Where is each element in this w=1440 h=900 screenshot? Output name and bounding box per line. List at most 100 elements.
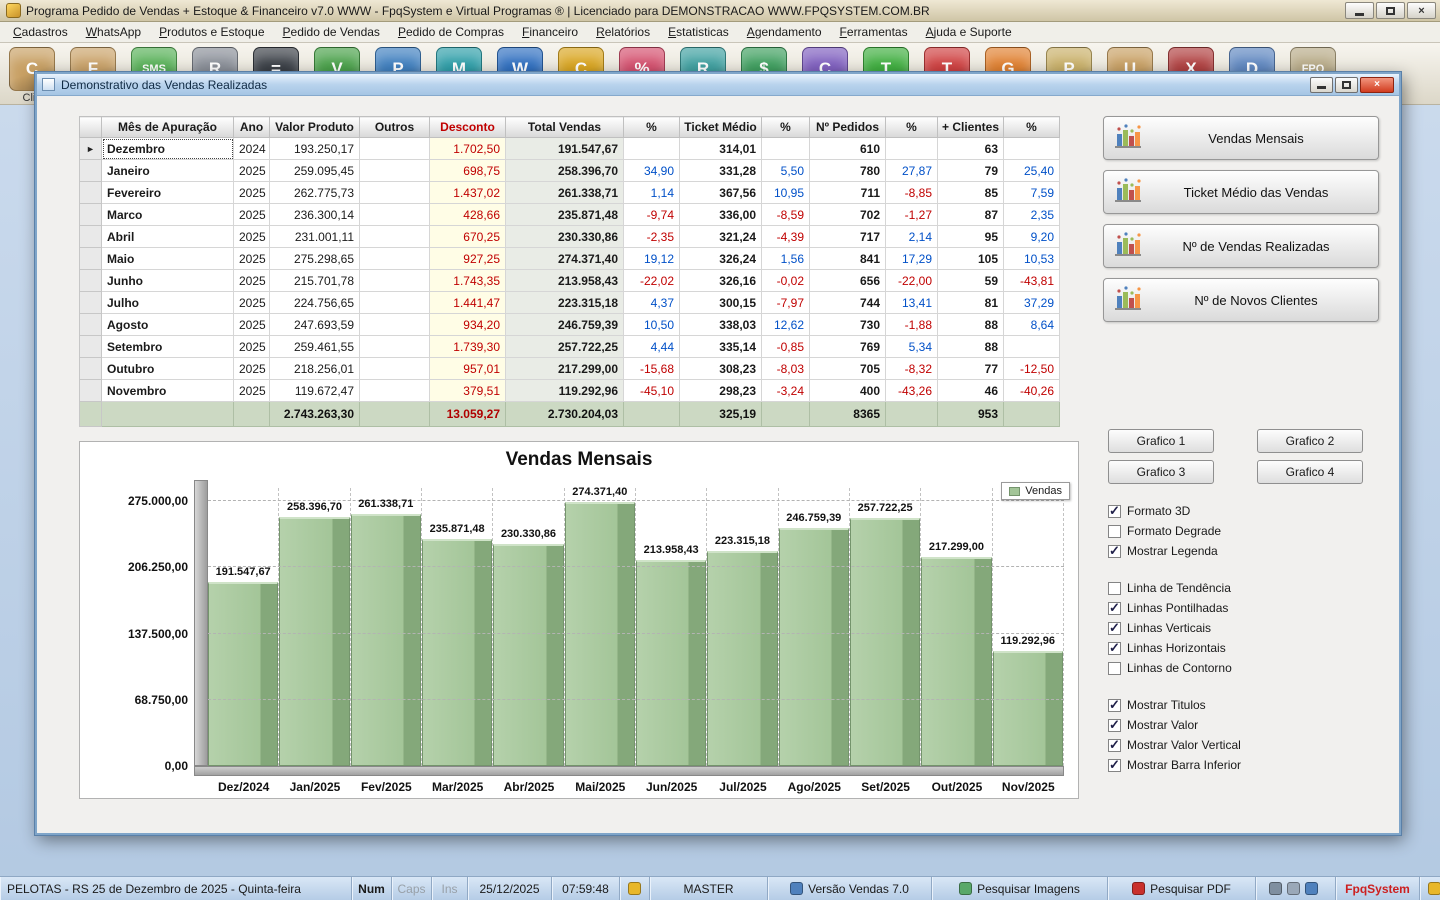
child-close-button[interactable]: × — [1360, 77, 1394, 93]
checked-checkbox-icon[interactable] — [1108, 622, 1121, 635]
cell-clientes[interactable]: 59 — [938, 270, 1004, 292]
cell-desconto[interactable]: 698,75 — [430, 160, 506, 182]
cell-clientes[interactable]: 88 — [938, 314, 1004, 336]
cell-[interactable]: -9,74 — [624, 204, 680, 226]
cell-ticket-medio[interactable]: 314,01 — [680, 138, 762, 160]
cell-total-vendas[interactable]: 119.292,96 — [506, 380, 624, 402]
checked-checkbox-icon[interactable] — [1108, 759, 1121, 772]
row-selector[interactable] — [80, 380, 102, 402]
cell-total-vendas[interactable]: 274.371,40 — [506, 248, 624, 270]
cell-outros[interactable] — [360, 226, 430, 248]
cell-outros[interactable] — [360, 358, 430, 380]
cell-ano[interactable]: 2025 — [234, 182, 270, 204]
cell-[interactable]: -0,02 — [762, 270, 810, 292]
cell-clientes[interactable]: 77 — [938, 358, 1004, 380]
checkbox-linhas-pontilhadas[interactable]: Linhas Pontilhadas — [1108, 598, 1379, 618]
cell-n-pedidos[interactable]: 400 — [810, 380, 886, 402]
cell-[interactable]: -2,35 — [624, 226, 680, 248]
cell-outros[interactable] — [360, 336, 430, 358]
cell-mes-de-apuracao[interactable]: Fevereiro — [102, 182, 234, 204]
cell-[interactable]: -3,24 — [762, 380, 810, 402]
row-selector[interactable] — [80, 226, 102, 248]
cell-[interactable]: 4,37 — [624, 292, 680, 314]
unchecked-checkbox-icon[interactable] — [1108, 662, 1121, 675]
cell-ano[interactable]: 2025 — [234, 358, 270, 380]
cell-[interactable]: -8,03 — [762, 358, 810, 380]
cell-clientes[interactable]: 95 — [938, 226, 1004, 248]
cell-[interactable]: -40,26 — [1004, 380, 1060, 402]
cell-n-pedidos[interactable]: 711 — [810, 182, 886, 204]
row-selector[interactable] — [80, 160, 102, 182]
checked-checkbox-icon[interactable] — [1108, 699, 1121, 712]
grafico-4-button[interactable]: Grafico 4 — [1257, 460, 1363, 484]
cell-[interactable]: 10,95 — [762, 182, 810, 204]
row-selector[interactable] — [80, 314, 102, 336]
cell-desconto[interactable]: 957,01 — [430, 358, 506, 380]
printer-icon[interactable] — [1269, 882, 1282, 895]
cell-valor-produto[interactable]: 218.256,01 — [270, 358, 360, 380]
cell-ano[interactable]: 2025 — [234, 204, 270, 226]
cell-ticket-medio[interactable]: 300,15 — [680, 292, 762, 314]
cell-outros[interactable] — [360, 380, 430, 402]
n-de-novos-clientes-button[interactable]: Nº de Novos Clientes — [1103, 278, 1379, 322]
cell-[interactable]: -7,97 — [762, 292, 810, 314]
cell-[interactable]: 17,29 — [886, 248, 938, 270]
maximize-button[interactable] — [1376, 2, 1405, 19]
cell-[interactable]: 10,53 — [1004, 248, 1060, 270]
checkbox-mostrar-legenda[interactable]: Mostrar Legenda — [1108, 541, 1379, 561]
child-minimize-button[interactable] — [1310, 77, 1333, 93]
cell-[interactable]: 27,87 — [886, 160, 938, 182]
cell-desconto[interactable]: 670,25 — [430, 226, 506, 248]
cell-mes-de-apuracao[interactable]: Julho — [102, 292, 234, 314]
cell-[interactable]: 9,20 — [1004, 226, 1060, 248]
cell-valor-produto[interactable]: 259.461,55 — [270, 336, 360, 358]
cell-ticket-medio[interactable]: 326,16 — [680, 270, 762, 292]
cell-[interactable]: 5,50 — [762, 160, 810, 182]
cell-[interactable]: 12,62 — [762, 314, 810, 336]
vendas-mensais-button[interactable]: Vendas Mensais — [1103, 116, 1379, 160]
cell-n-pedidos[interactable]: 841 — [810, 248, 886, 270]
row-selector[interactable] — [80, 358, 102, 380]
cell-ticket-medio[interactable]: 321,24 — [680, 226, 762, 248]
cell-clientes[interactable]: 46 — [938, 380, 1004, 402]
cell-ano[interactable]: 2025 — [234, 336, 270, 358]
checkbox-linhas-de-contorno[interactable]: Linhas de Contorno — [1108, 658, 1379, 678]
cell-[interactable]: -0,85 — [762, 336, 810, 358]
cell-n-pedidos[interactable]: 717 — [810, 226, 886, 248]
row-selector[interactable] — [80, 336, 102, 358]
cell-[interactable] — [1004, 138, 1060, 160]
row-selector[interactable] — [80, 248, 102, 270]
cell-[interactable]: -22,02 — [624, 270, 680, 292]
cell-[interactable]: -1,88 — [886, 314, 938, 336]
cell-mes-de-apuracao[interactable]: Janeiro — [102, 160, 234, 182]
unchecked-checkbox-icon[interactable] — [1108, 525, 1121, 538]
cell-ticket-medio[interactable]: 336,00 — [680, 204, 762, 226]
cell-[interactable]: 8,64 — [1004, 314, 1060, 336]
cell-mes-de-apuracao[interactable]: Dezembro — [102, 138, 234, 160]
cell-total-vendas[interactable]: 191.547,67 — [506, 138, 624, 160]
checkbox-mostrar-valor[interactable]: Mostrar Valor — [1108, 715, 1379, 735]
cell-total-vendas[interactable]: 223.315,18 — [506, 292, 624, 314]
menu-item-whatsapp[interactable]: WhatsApp — [77, 23, 150, 41]
cell-desconto[interactable]: 934,20 — [430, 314, 506, 336]
grafico-3-button[interactable]: Grafico 3 — [1108, 460, 1214, 484]
cell-[interactable]: -12,50 — [1004, 358, 1060, 380]
cell-total-vendas[interactable]: 261.338,71 — [506, 182, 624, 204]
cell-ano[interactable]: 2025 — [234, 314, 270, 336]
cell-ano[interactable]: 2025 — [234, 160, 270, 182]
cell-ano[interactable]: 2025 — [234, 226, 270, 248]
checkbox-linhas-verticais[interactable]: Linhas Verticais — [1108, 618, 1379, 638]
cell-valor-produto[interactable]: 119.672,47 — [270, 380, 360, 402]
cell-desconto[interactable]: 1.739,30 — [430, 336, 506, 358]
cell-valor-produto[interactable]: 262.775,73 — [270, 182, 360, 204]
ticket-medio-das-vendas-button[interactable]: Ticket Médio das Vendas — [1103, 170, 1379, 214]
cell-[interactable]: -8,32 — [886, 358, 938, 380]
minimize-button[interactable] — [1345, 2, 1374, 19]
row-selector[interactable] — [80, 204, 102, 226]
cell-[interactable]: 13,41 — [886, 292, 938, 314]
cell-total-vendas[interactable]: 257.722,25 — [506, 336, 624, 358]
cell-mes-de-apuracao[interactable]: Abril — [102, 226, 234, 248]
cell-ticket-medio[interactable]: 298,23 — [680, 380, 762, 402]
cell-valor-produto[interactable]: 193.250,17 — [270, 138, 360, 160]
cell-valor-produto[interactable]: 231.001,11 — [270, 226, 360, 248]
